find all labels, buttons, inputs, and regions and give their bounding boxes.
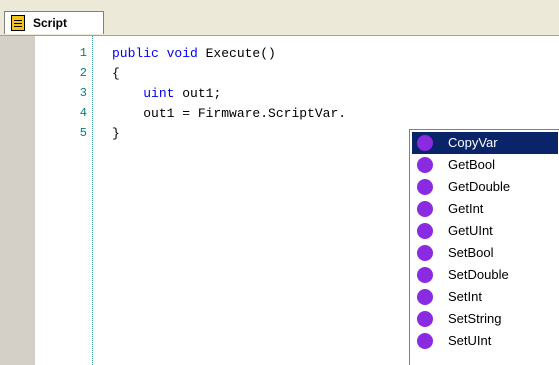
autocomplete-item[interactable]: SetBool bbox=[412, 242, 558, 264]
autocomplete-item-label: SetBool bbox=[448, 245, 494, 260]
code-line[interactable]: 1 public void Execute() bbox=[0, 44, 559, 64]
autocomplete-item[interactable]: SetInt bbox=[412, 286, 558, 308]
autocomplete-item[interactable]: SetUInt bbox=[412, 330, 558, 352]
autocomplete-item-label: SetInt bbox=[448, 289, 482, 304]
autocomplete-item-label: GetBool bbox=[448, 157, 495, 172]
method-icon bbox=[417, 201, 433, 217]
autocomplete-item[interactable]: GetUInt bbox=[412, 220, 558, 242]
autocomplete-item[interactable]: GetDouble bbox=[412, 176, 558, 198]
code-token: Execute() bbox=[205, 46, 276, 61]
method-icon bbox=[417, 333, 433, 349]
autocomplete-item-label: GetUInt bbox=[448, 223, 493, 238]
autocomplete-item[interactable]: CopyVar bbox=[412, 132, 558, 154]
line-number: 5 bbox=[79, 126, 87, 140]
tab-bar: Script bbox=[0, 0, 559, 36]
method-icon bbox=[417, 245, 433, 261]
code-line-text: public void Execute() bbox=[112, 46, 276, 61]
autocomplete-item[interactable]: SetString bbox=[412, 308, 558, 330]
method-icon bbox=[417, 223, 433, 239]
autocomplete-item[interactable]: GetBool bbox=[412, 154, 558, 176]
line-number: 3 bbox=[79, 86, 87, 100]
autocomplete-item-label: SetUInt bbox=[448, 333, 492, 348]
keyword-token: uint bbox=[143, 86, 183, 101]
autocomplete-item-label: CopyVar bbox=[448, 135, 498, 150]
code-token: out1 = Firmware.ScriptVar. bbox=[143, 106, 347, 121]
autocomplete-item-label: SetDouble bbox=[448, 267, 509, 282]
code-line-text: out1 = Firmware.ScriptVar. bbox=[112, 106, 346, 121]
code-line-text: } bbox=[112, 126, 120, 141]
method-icon bbox=[417, 157, 433, 173]
line-number: 4 bbox=[79, 106, 87, 120]
autocomplete-popup[interactable]: CopyVar GetBool GetDouble GetInt GetUInt… bbox=[409, 129, 559, 365]
autocomplete-item-label: SetString bbox=[448, 311, 502, 326]
autocomplete-item[interactable]: GetInt bbox=[412, 198, 558, 220]
line-number: 2 bbox=[79, 66, 87, 80]
method-icon bbox=[417, 289, 433, 305]
code-token: } bbox=[112, 126, 120, 141]
line-number: 1 bbox=[79, 46, 87, 60]
script-icon bbox=[11, 15, 25, 31]
code-line[interactable]: 3 uint out1; bbox=[0, 84, 559, 104]
code-line-text: uint out1; bbox=[112, 86, 221, 101]
code-line[interactable]: 4 out1 = Firmware.ScriptVar. bbox=[0, 104, 559, 124]
method-icon bbox=[417, 179, 433, 195]
code-token: out1; bbox=[182, 86, 222, 101]
keyword-token: public void bbox=[112, 46, 206, 61]
code-line-text: { bbox=[112, 66, 120, 81]
method-icon bbox=[417, 267, 433, 283]
autocomplete-item-label: GetInt bbox=[448, 201, 484, 216]
tab-script-label: Script bbox=[33, 16, 68, 30]
method-icon bbox=[417, 311, 433, 327]
code-line[interactable]: 2 { bbox=[0, 64, 559, 84]
autocomplete-item[interactable]: SetDouble bbox=[412, 264, 558, 286]
autocomplete-item-label: GetDouble bbox=[448, 179, 511, 194]
tab-script[interactable]: Script bbox=[4, 11, 104, 34]
code-token: { bbox=[112, 66, 120, 81]
method-icon bbox=[417, 135, 433, 151]
